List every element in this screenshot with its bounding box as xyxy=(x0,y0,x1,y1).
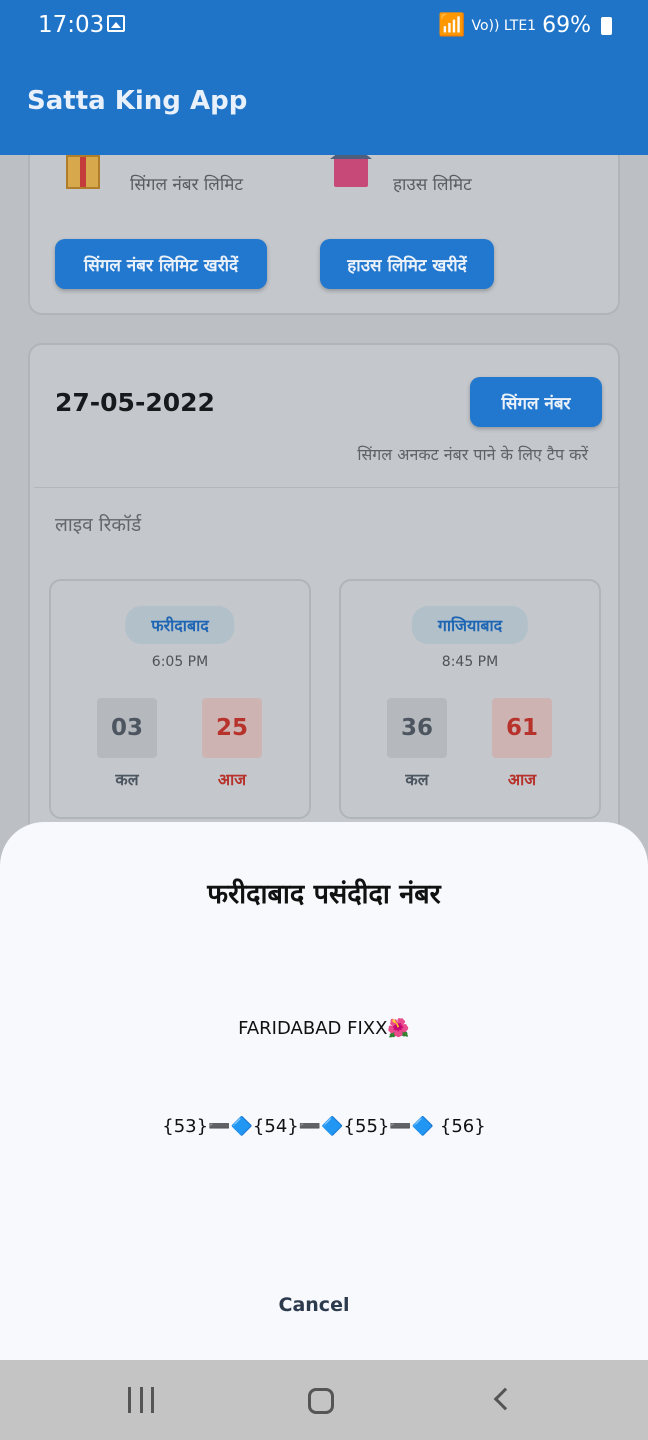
single-limit-label: सिंगल नंबर लिमिट xyxy=(130,175,243,195)
divider xyxy=(34,487,618,488)
city-name-pill: फरीदाबाद xyxy=(125,606,235,644)
back-icon[interactable] xyxy=(493,1387,517,1411)
dialog-numbers-line: {53}➖🔷{54}➖🔷{55}➖🔷 {56} xyxy=(162,1116,486,1137)
today-label: आज xyxy=(217,770,247,789)
recents-icon[interactable] xyxy=(128,1387,154,1413)
yesterday-label: कल xyxy=(405,770,429,789)
result-time: 8:45 PM xyxy=(441,654,499,670)
single-number-button[interactable]: सिंगल नंबर xyxy=(470,377,602,427)
yesterday-label: कल xyxy=(115,770,139,789)
today-number: 61 xyxy=(492,698,552,758)
network-type: Vo)) LTE1 xyxy=(471,17,537,34)
gift-icon xyxy=(66,155,100,189)
record-faridabad[interactable]: फरीदाबाद 6:05 PM 03 25 कल आज xyxy=(49,579,311,819)
today-number: 25 xyxy=(202,698,262,758)
record-date: 27-05-2022 xyxy=(55,388,215,417)
status-time: 17:03 xyxy=(38,12,105,38)
wifi-icon: 📶 xyxy=(438,13,466,38)
house-limit-label: हाउस लिमिट xyxy=(393,175,472,195)
home-icon[interactable] xyxy=(308,1388,334,1414)
house-icon xyxy=(330,155,372,187)
battery-icon xyxy=(601,16,612,35)
app-bar: Satta King App xyxy=(0,52,648,155)
limit-card: 2 सिंगल नंबर लिमिट 7 हाउस लिमिट सिंगल नं… xyxy=(28,155,620,315)
single-number-hint: सिंगल अनकट नंबर पाने के लिए टैप करें xyxy=(357,445,588,464)
status-indicators: 📶 Vo)) LTE1 69% xyxy=(438,13,612,38)
record-ghaziabad[interactable]: गाजियाबाद 8:45 PM 36 61 कल आज xyxy=(339,579,601,819)
battery-percent: 69% xyxy=(542,13,591,38)
buy-single-limit-button[interactable]: सिंगल नंबर लिमिट खरीदें xyxy=(55,239,267,289)
favorite-number-dialog: फरीदाबाद पसंदीदा नंबर FARIDABAD FIXX🌺 {5… xyxy=(0,822,648,1360)
result-time: 6:05 PM xyxy=(151,654,209,670)
gallery-notification-icon xyxy=(107,15,125,32)
yesterday-number: 03 xyxy=(97,698,157,758)
navigation-bar xyxy=(0,1360,648,1440)
status-bar: 17:03 📶 Vo)) LTE1 69% xyxy=(0,0,648,52)
city-name-pill: गाजियाबाद xyxy=(411,606,529,644)
dialog-title: फरीदाबाद पसंदीदा नंबर xyxy=(207,879,441,910)
buy-house-limit-button[interactable]: हाउस लिमिट खरीदें xyxy=(320,239,494,289)
dialog-message-line: FARIDABAD FIXX🌺 xyxy=(238,1018,410,1039)
cancel-button[interactable]: Cancel xyxy=(264,1288,364,1322)
today-label: आज xyxy=(507,770,537,789)
yesterday-number: 36 xyxy=(387,698,447,758)
live-record-label: लाइव रिकॉर्ड xyxy=(55,514,142,536)
app-title: Satta King App xyxy=(27,86,248,116)
